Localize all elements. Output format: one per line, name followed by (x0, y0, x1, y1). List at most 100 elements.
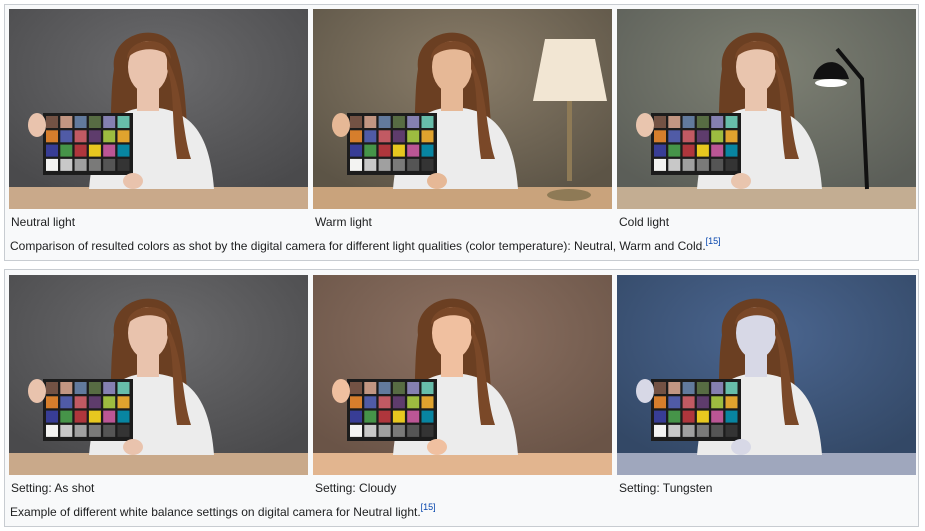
checker-swatch (668, 144, 681, 157)
checker-swatch (350, 158, 362, 171)
checker-swatch (682, 116, 695, 128)
checker-swatch (74, 158, 87, 171)
checker-swatch (421, 158, 434, 171)
gallery-caption-text: Example of different white balance setti… (10, 505, 421, 519)
checker-swatch (378, 424, 391, 437)
checker-swatch (103, 396, 116, 409)
color-checker (347, 379, 437, 441)
checker-swatch (668, 382, 681, 394)
checker-swatch (421, 116, 434, 128)
checker-swatch (392, 382, 405, 394)
checker-swatch (60, 158, 73, 171)
caption-neutral-light: Neutral light (11, 215, 76, 229)
checker-swatch (421, 144, 434, 157)
checker-swatch (74, 424, 87, 437)
checker-swatch (60, 410, 73, 423)
checker-swatch (654, 158, 666, 171)
checker-swatch (696, 410, 709, 423)
checker-swatch (364, 116, 377, 128)
left-hand (28, 379, 46, 403)
table-surface (9, 453, 308, 475)
right-hand (731, 173, 751, 189)
checker-swatch (696, 396, 709, 409)
checker-swatch (74, 144, 87, 157)
checker-swatch (682, 158, 695, 171)
checker-swatch (378, 410, 391, 423)
checker-swatch (725, 410, 738, 423)
checker-swatch (103, 382, 116, 394)
checker-swatch (60, 130, 73, 143)
caption-cold-light: Cold light (619, 215, 670, 229)
photo-cloudy[interactable] (313, 275, 612, 475)
checker-swatch (682, 424, 695, 437)
checker-swatch (364, 158, 377, 171)
left-hand (332, 113, 350, 137)
table-surface (9, 187, 308, 209)
photo-cold-light[interactable] (617, 9, 916, 209)
left-hand (28, 113, 46, 137)
checker-swatch (654, 410, 666, 423)
color-checker (651, 113, 741, 175)
checker-swatch (725, 130, 738, 143)
checker-swatch (117, 130, 130, 143)
checker-swatch (364, 424, 377, 437)
checker-swatch (88, 396, 101, 409)
right-hand (731, 439, 751, 455)
caption-warm-light: Warm light (315, 215, 372, 229)
checker-swatch (60, 116, 73, 128)
checker-swatch (711, 158, 724, 171)
checker-swatch (668, 410, 681, 423)
photo-tungsten[interactable] (617, 275, 916, 475)
checker-swatch (407, 410, 420, 423)
checker-swatch (421, 382, 434, 394)
checker-swatch (46, 424, 58, 437)
right-hand (123, 173, 143, 189)
checker-swatch (60, 144, 73, 157)
photo-neutral-light[interactable] (9, 9, 308, 209)
checker-swatch (711, 144, 724, 157)
left-hand (636, 113, 654, 137)
lamp-shade (533, 39, 607, 101)
checker-swatch (421, 130, 434, 143)
reference-link[interactable]: [15] (706, 236, 721, 246)
gallery-white-balance: Setting: As shot Setting: Cloudy Setting… (4, 269, 919, 527)
checker-swatch (392, 158, 405, 171)
caption-as-shot: Setting: As shot (11, 481, 95, 495)
checker-swatch (711, 424, 724, 437)
checker-swatch (421, 396, 434, 409)
checker-swatch (725, 158, 738, 171)
checker-swatch (392, 130, 405, 143)
reference-link[interactable]: [15] (421, 502, 436, 512)
checker-swatch (88, 130, 101, 143)
color-checker (651, 379, 741, 441)
checker-swatch (117, 382, 130, 394)
checker-swatch (364, 144, 377, 157)
checker-swatch (407, 116, 420, 128)
checker-swatch (668, 158, 681, 171)
checker-swatch (88, 144, 101, 157)
checker-swatch (60, 424, 73, 437)
checker-swatch (711, 130, 724, 143)
checker-swatch (682, 410, 695, 423)
checker-swatch (60, 382, 73, 394)
checker-swatch (117, 116, 130, 128)
checker-swatch (88, 424, 101, 437)
checker-swatch (725, 396, 738, 409)
checker-swatch (350, 116, 362, 128)
checker-swatch (682, 382, 695, 394)
checker-swatch (407, 382, 420, 394)
checker-swatch (668, 396, 681, 409)
checker-swatch (654, 424, 666, 437)
checker-swatch (350, 410, 362, 423)
table-surface (617, 187, 916, 209)
checker-swatch (725, 382, 738, 394)
gallery-caption-text: Comparison of resulted colors as shot by… (10, 239, 706, 253)
checker-swatch (103, 116, 116, 128)
checker-swatch (407, 144, 420, 157)
photo-as-shot[interactable] (9, 275, 308, 475)
photo-warm-light[interactable] (313, 9, 612, 209)
checker-swatch (407, 396, 420, 409)
left-hand (636, 379, 654, 403)
checker-swatch (392, 144, 405, 157)
left-hand (332, 379, 350, 403)
